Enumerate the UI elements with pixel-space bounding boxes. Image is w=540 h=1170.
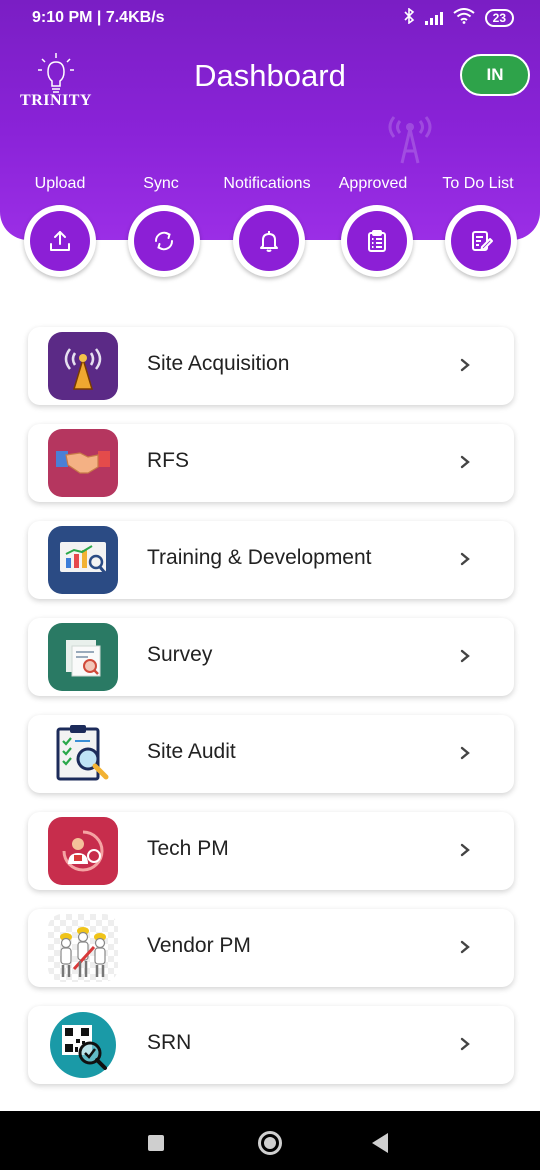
wifi-icon [453,7,475,29]
logo-text: TRINITY [20,92,92,109]
sync-icon [154,231,174,251]
menu-item-site-audit[interactable]: Site Audit [28,715,514,793]
notifications-label: Notifications [223,175,311,192]
bluetooth-icon [403,6,415,29]
sync-label: Sync [143,175,179,192]
back-icon[interactable] [372,1133,388,1153]
notifications-button[interactable] [233,205,305,277]
approved-label: Approved [338,175,408,192]
signal-icon [424,11,443,25]
menu-item-survey[interactable]: Survey [28,618,514,696]
chevron-right-icon [460,358,470,372]
tech-pm-icon [48,817,118,885]
menu-item-training-development[interactable]: Training & Development [28,521,514,599]
qr-icon [48,1011,118,1079]
presentation-icon [48,526,118,594]
chevron-right-icon [460,1037,470,1051]
survey-icon [48,623,118,691]
navigation-bar [0,1111,540,1170]
menu-item-label: Vendor PM [147,934,251,957]
clipboard-icon [368,230,386,252]
tower-watermark-icon [388,116,432,164]
chevron-right-icon [460,455,470,469]
menu-item-label: Site Audit [147,740,236,763]
approved-button[interactable] [341,205,413,277]
menu-item-label: SRN [147,1031,192,1054]
menu-item-label: Survey [147,643,213,666]
battery-indicator: 23 [484,9,514,27]
menu-item-tech-pm[interactable]: Tech PM [28,812,514,890]
in-button[interactable]: IN [460,54,530,96]
home-icon[interactable] [258,1131,282,1155]
bell-icon [260,231,278,252]
handshake-icon [48,429,118,497]
menu-item-label: Site Acquisition [147,352,290,375]
page-title: Dashboard [194,58,346,93]
todo-label: To Do List [442,175,514,192]
chevron-right-icon [460,649,470,663]
todo-button[interactable] [445,205,517,277]
upload-label: Upload [34,175,86,192]
menu-item-vendor-pm[interactable]: Vendor PM [28,909,514,987]
recent-apps-icon[interactable] [148,1135,164,1151]
vendor-pm-icon [48,914,118,982]
upload-button[interactable] [24,205,96,277]
menu-item-site-acquisition[interactable]: Site Acquisition [28,327,514,405]
menu-item-label: Training & Development [147,546,372,569]
status-bar: 9:10 PM | 7.4KB/s 23 [0,0,540,36]
status-icons: 23 [403,6,514,29]
status-time: 9:10 PM | 7.4KB/s [32,9,165,26]
menu-item-label: RFS [147,449,189,472]
header-banner: 9:10 PM | 7.4KB/s 23 TRINITY Dashboard I… [0,0,540,240]
audit-icon [48,720,118,788]
menu-item-srn[interactable]: SRN [28,1006,514,1084]
menu-item-rfs[interactable]: RFS [28,424,514,502]
chevron-right-icon [460,843,470,857]
sync-button[interactable] [128,205,200,277]
todo-icon [472,231,493,251]
chevron-right-icon [460,746,470,760]
chevron-right-icon [460,940,470,954]
upload-icon [50,231,70,251]
chevron-right-icon [460,552,470,566]
menu-item-label: Tech PM [147,837,229,860]
tower-icon [48,332,118,400]
